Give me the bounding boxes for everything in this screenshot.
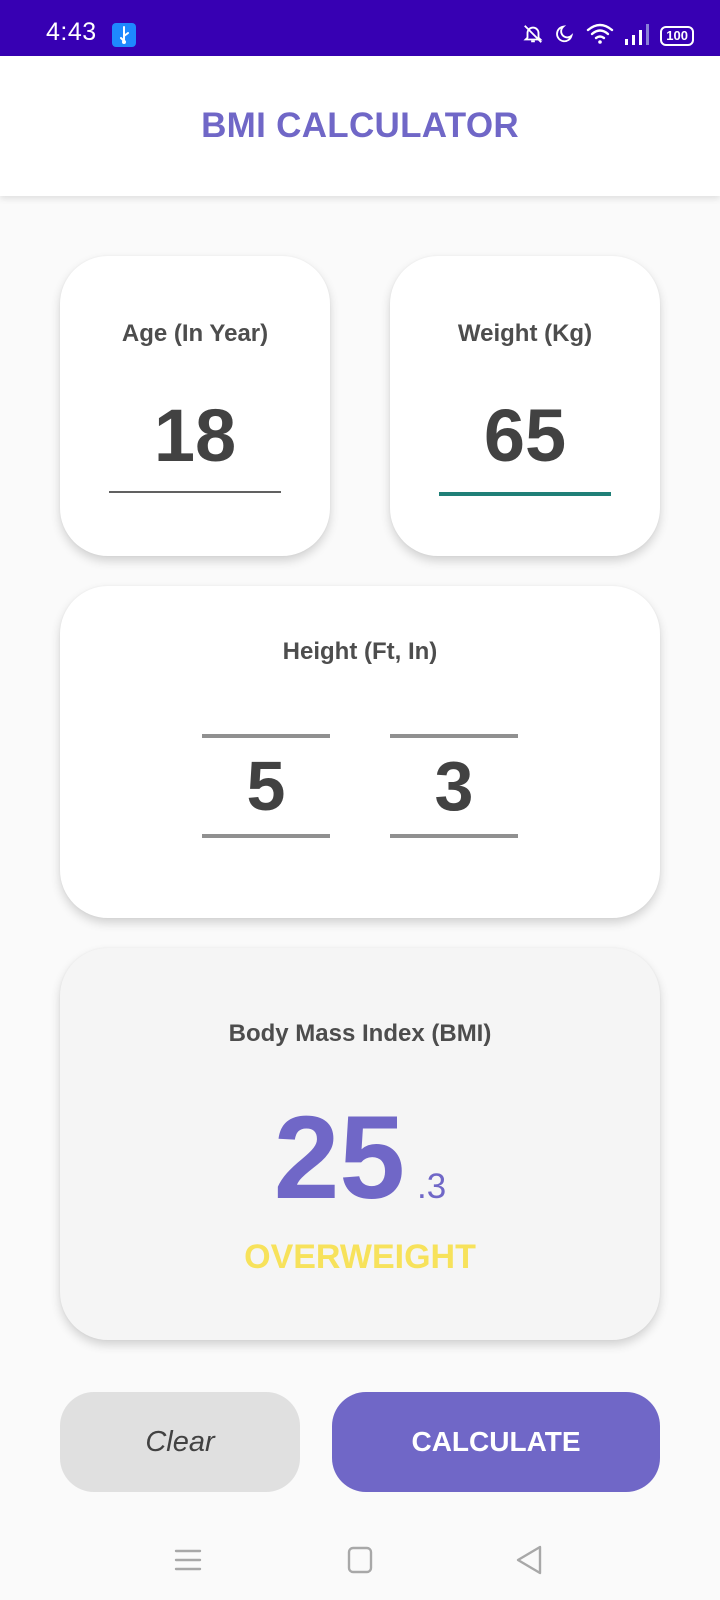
bmi-status-label: OVERWEIGHT xyxy=(244,1238,476,1276)
usb-icon xyxy=(112,23,136,47)
age-input-underline xyxy=(109,491,281,493)
status-icons: 100 xyxy=(522,22,694,50)
bmi-label: Body Mass Index (BMI) xyxy=(228,1020,492,1047)
battery-icon: 100 xyxy=(660,26,694,46)
height-card: Height (Ft, In) 5 3 xyxy=(60,586,660,918)
bmi-result-card: Body Mass Index (BMI) 25.3 OVERWEIGHT xyxy=(60,948,660,1340)
weight-card: Weight (Kg) 65 xyxy=(390,256,660,556)
app-title: BMI CALCULATOR xyxy=(201,106,519,145)
clear-button-label: Clear xyxy=(145,1425,215,1458)
app-bar: BMI CALCULATOR xyxy=(0,56,720,196)
system-nav-bar xyxy=(0,1520,720,1600)
feet-bottom-divider xyxy=(202,834,330,838)
inches-bottom-divider xyxy=(390,834,518,838)
back-icon[interactable] xyxy=(510,1542,550,1578)
calculate-button-label: CALCULATE xyxy=(411,1426,581,1457)
weight-input-underline xyxy=(439,492,611,496)
height-feet-value: 5 xyxy=(246,747,286,825)
status-bar: 4:43 100 xyxy=(0,0,720,56)
home-icon[interactable] xyxy=(340,1542,380,1578)
clear-button[interactable]: Clear xyxy=(60,1392,300,1492)
height-label: Height (Ft, In) xyxy=(282,638,438,665)
age-label: Age (In Year) xyxy=(121,320,269,347)
signal-icon xyxy=(624,23,650,50)
bmi-integer: 25 xyxy=(273,1092,406,1224)
inches-top-divider xyxy=(390,734,518,738)
height-inches-value: 3 xyxy=(434,747,474,825)
wifi-icon xyxy=(586,23,614,50)
calculate-button[interactable]: CALCULATE xyxy=(332,1392,660,1492)
menu-icon[interactable] xyxy=(168,1542,208,1578)
bmi-value: 25.3 xyxy=(60,1098,660,1218)
weight-label: Weight (Kg) xyxy=(457,320,593,347)
height-inches-input[interactable]: 3 xyxy=(390,734,518,838)
moon-icon xyxy=(554,23,576,50)
age-card: Age (In Year) 18 xyxy=(60,256,330,556)
bmi-decimal: .3 xyxy=(417,1167,447,1206)
age-input[interactable]: 18 xyxy=(109,392,281,480)
height-feet-input[interactable]: 5 xyxy=(202,734,330,838)
status-time: 4:43 xyxy=(46,18,97,46)
mute-icon xyxy=(522,23,544,50)
weight-input[interactable]: 65 xyxy=(439,392,611,480)
feet-top-divider xyxy=(202,734,330,738)
